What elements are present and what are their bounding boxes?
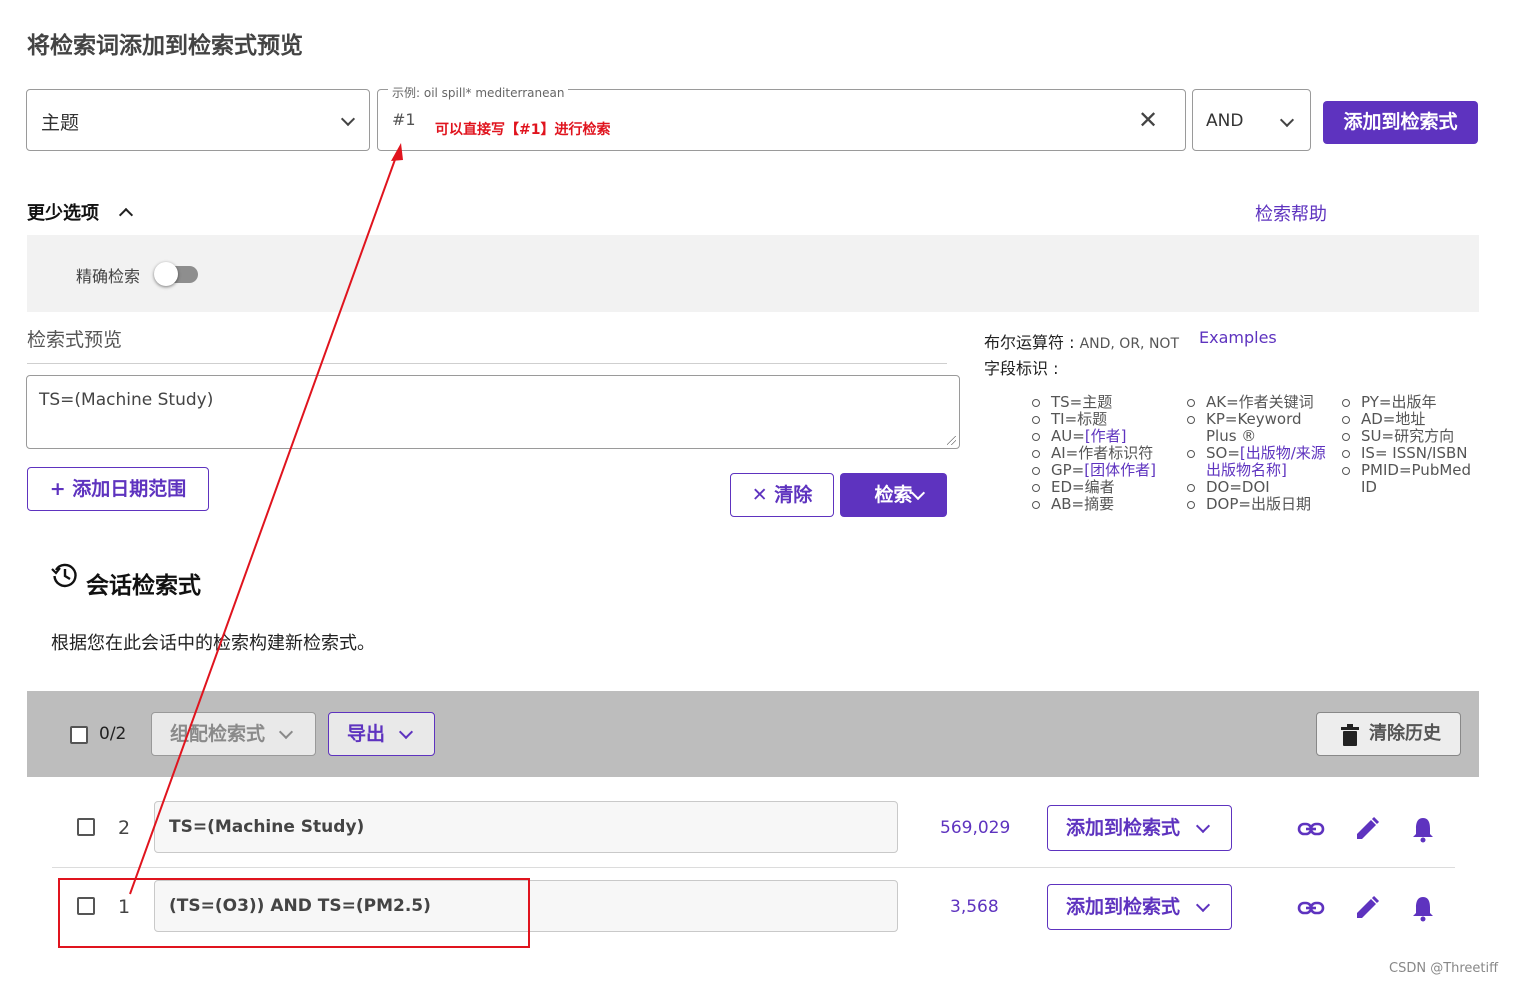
annotation-arrow xyxy=(129,143,403,895)
watermark: CSDN @Threetiff xyxy=(1389,961,1499,976)
